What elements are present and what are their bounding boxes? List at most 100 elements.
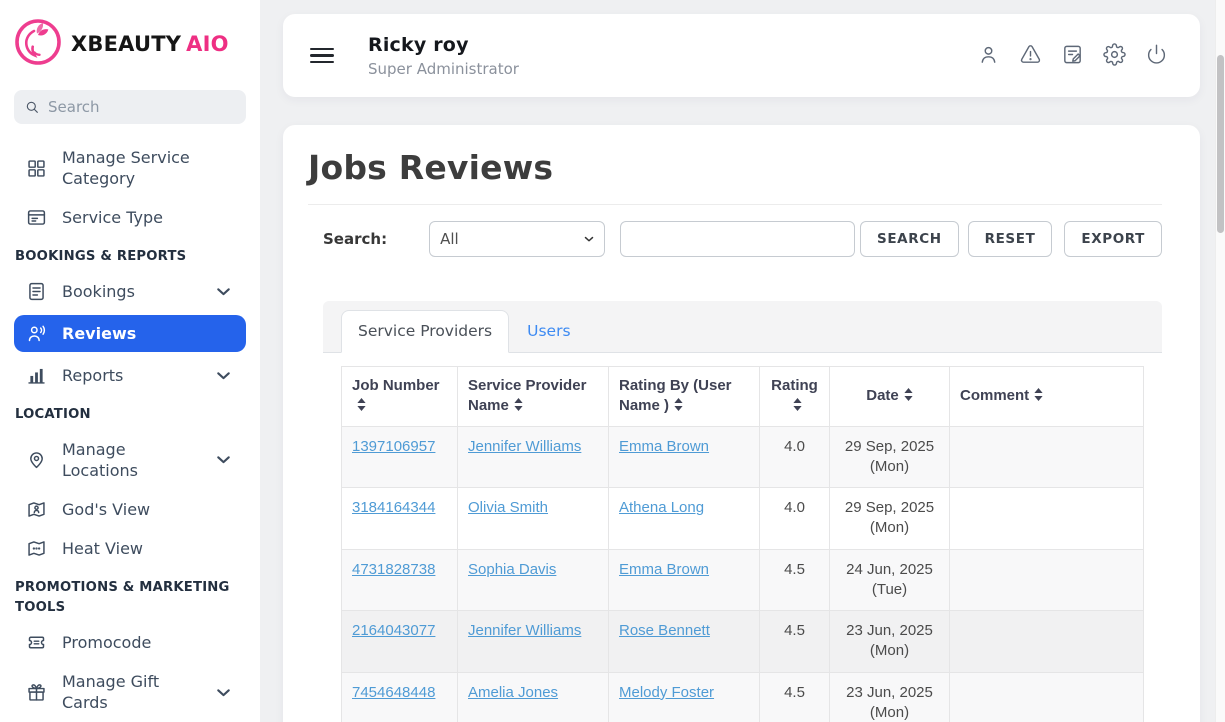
sidebar-item-promocode[interactable]: Promocode bbox=[14, 627, 246, 658]
provider-link[interactable]: Jennifer Williams bbox=[468, 438, 581, 455]
column-header-rating[interactable]: Rating bbox=[760, 367, 830, 427]
provider-link[interactable]: Amelia Jones bbox=[468, 684, 558, 701]
cell-rated-by: Rose Bennett bbox=[609, 611, 760, 673]
sidebar-item-service-type[interactable]: Service Type bbox=[14, 202, 246, 233]
tab-users[interactable]: Users bbox=[509, 311, 588, 352]
job-number-link[interactable]: 1397106957 bbox=[352, 438, 435, 455]
column-header-date[interactable]: Date bbox=[830, 367, 950, 427]
rated-by-link[interactable]: Melody Foster bbox=[619, 684, 714, 701]
form-edit-button[interactable] bbox=[1059, 41, 1086, 71]
document-icon bbox=[26, 281, 47, 302]
user-button[interactable] bbox=[975, 41, 1002, 71]
table-row: 7454648448Amelia JonesMelody Foster4.523… bbox=[342, 672, 1144, 722]
scrollbar-thumb[interactable] bbox=[1217, 55, 1224, 233]
rated-by-link[interactable]: Rose Bennett bbox=[619, 622, 710, 639]
cell-rated-by: Emma Brown bbox=[609, 549, 760, 611]
sidebar-item-label: Manage Locations bbox=[62, 439, 198, 481]
table-row: 2164043077 Jennifer Williams Rose Bennett 4… bbox=[342, 611, 1144, 673]
menu-toggle-button[interactable] bbox=[310, 48, 336, 64]
cell-comment bbox=[950, 549, 1144, 611]
map-pin-icon bbox=[26, 449, 47, 470]
page-scrollbar[interactable] bbox=[1215, 0, 1225, 722]
sidebar-search[interactable] bbox=[14, 90, 246, 124]
cell-provider: Amelia Jones bbox=[458, 672, 609, 722]
search-icon bbox=[24, 99, 40, 115]
settings-icon bbox=[1103, 43, 1126, 66]
sidebar-item-manage-service-category[interactable]: Manage Service Category bbox=[14, 142, 246, 194]
job-number-link[interactable]: 7454648448 bbox=[352, 684, 435, 701]
column-header-rated-by[interactable]: Rating By (User Name ) bbox=[609, 367, 760, 427]
sidebar-section-bookings-reports: BOOKINGS & REPORTS bbox=[15, 247, 245, 267]
sidebar-item-label: Heat View bbox=[62, 538, 143, 559]
column-header-comment[interactable]: Comment bbox=[950, 367, 1144, 427]
job-number-link[interactable]: 4731828738 bbox=[352, 561, 435, 578]
export-button[interactable]: EXPORT bbox=[1064, 221, 1162, 257]
alert-triangle-button[interactable] bbox=[1017, 41, 1044, 71]
title-divider bbox=[308, 204, 1162, 205]
cell-rating: 4.0 bbox=[760, 426, 830, 488]
search-button[interactable]: SEARCH bbox=[860, 221, 959, 257]
column-header-job-number[interactable]: Job Number bbox=[342, 367, 458, 427]
cell-rated-by: Melody Foster bbox=[609, 672, 760, 722]
card-icon bbox=[26, 207, 47, 228]
sidebar-item-label: God's View bbox=[62, 499, 150, 520]
sidebar-item-label: Service Type bbox=[62, 207, 163, 228]
sidebar-item-god-s-view[interactable]: God's View bbox=[14, 494, 246, 525]
cell-rated-by: Athena Long bbox=[609, 488, 760, 550]
provider-link[interactable]: Jennifer Williams bbox=[468, 622, 581, 639]
cell-comment bbox=[950, 672, 1144, 722]
cell-provider: Olivia Smith bbox=[458, 488, 609, 550]
job-number-link[interactable]: 3184164344 bbox=[352, 499, 435, 516]
main-area: Ricky roy Super Administrator Jobs Revie… bbox=[260, 0, 1215, 722]
cell-date: 24 Jun, 2025(Tue) bbox=[830, 549, 950, 611]
sort-icon bbox=[793, 396, 802, 416]
sidebar-item-manage-locations[interactable]: Manage Locations bbox=[14, 434, 246, 486]
settings-button[interactable] bbox=[1101, 41, 1128, 71]
cell-job-number: 1397106957 bbox=[342, 426, 458, 488]
sidebar-search-input[interactable] bbox=[48, 98, 236, 116]
provider-link[interactable]: Sophia Davis bbox=[468, 561, 556, 578]
search-input[interactable] bbox=[620, 221, 855, 257]
tab-body: Job NumberService Provider NameRating By… bbox=[323, 353, 1162, 722]
tab-service-providers[interactable]: Service Providers bbox=[341, 310, 509, 353]
sidebar-item-label: Manage Gift Cards bbox=[62, 671, 198, 713]
sidebar-item-label: Manage Service Category bbox=[62, 147, 234, 189]
topbar-actions bbox=[975, 41, 1170, 71]
table-row: 3184164344Olivia SmithAthena Long4.029 S… bbox=[342, 488, 1144, 550]
power-button[interactable] bbox=[1143, 41, 1170, 71]
sidebar: XBEAUTYAIO Manage Service Category Servic… bbox=[0, 0, 260, 722]
sidebar-item-heat-view[interactable]: Heat View bbox=[14, 533, 246, 564]
rated-by-link[interactable]: Athena Long bbox=[619, 499, 704, 516]
grid-icon bbox=[26, 158, 47, 179]
cell-job-number: 7454648448 bbox=[342, 672, 458, 722]
cell-job-number: 4731828738 bbox=[342, 549, 458, 611]
bar-chart-icon bbox=[26, 365, 47, 386]
sidebar-item-reports[interactable]: Reports bbox=[14, 360, 246, 391]
sort-icon bbox=[1034, 386, 1043, 406]
table-row: 4731828738Sophia DavisEmma Brown4.524 Ju… bbox=[342, 549, 1144, 611]
search-filter-select[interactable]: All bbox=[429, 221, 605, 257]
rated-by-link[interactable]: Emma Brown bbox=[619, 438, 709, 455]
brand-logo[interactable]: XBEAUTYAIO bbox=[14, 18, 246, 70]
topbar: Ricky roy Super Administrator bbox=[283, 14, 1200, 97]
provider-link[interactable]: Olivia Smith bbox=[468, 499, 548, 516]
sort-icon bbox=[674, 396, 683, 416]
sidebar-item-bookings[interactable]: Bookings bbox=[14, 276, 246, 307]
user-block: Ricky roy Super Administrator bbox=[368, 34, 519, 78]
rated-by-link[interactable]: Emma Brown bbox=[619, 561, 709, 578]
tab-strip: Service ProvidersUsers bbox=[323, 301, 1162, 353]
sort-icon bbox=[514, 396, 523, 416]
job-number-link[interactable]: 2164043077 bbox=[352, 622, 435, 639]
chevron-down-icon bbox=[213, 365, 234, 386]
cell-rating: 4.5 bbox=[760, 611, 830, 673]
sort-icon bbox=[904, 386, 913, 406]
sidebar-item-reviews[interactable]: Reviews bbox=[14, 315, 246, 352]
alert-triangle-icon bbox=[1019, 43, 1042, 66]
reviews-table: Job NumberService Provider NameRating By… bbox=[341, 366, 1144, 722]
cell-date: 29 Sep, 2025(Mon) bbox=[830, 488, 950, 550]
reset-button[interactable]: RESET bbox=[968, 221, 1053, 257]
column-header-provider[interactable]: Service Provider Name bbox=[458, 367, 609, 427]
sidebar-item-manage-gift-cards[interactable]: Manage Gift Cards bbox=[14, 666, 246, 718]
cell-comment bbox=[950, 426, 1144, 488]
cell-provider: Jennifer Williams bbox=[458, 611, 609, 673]
